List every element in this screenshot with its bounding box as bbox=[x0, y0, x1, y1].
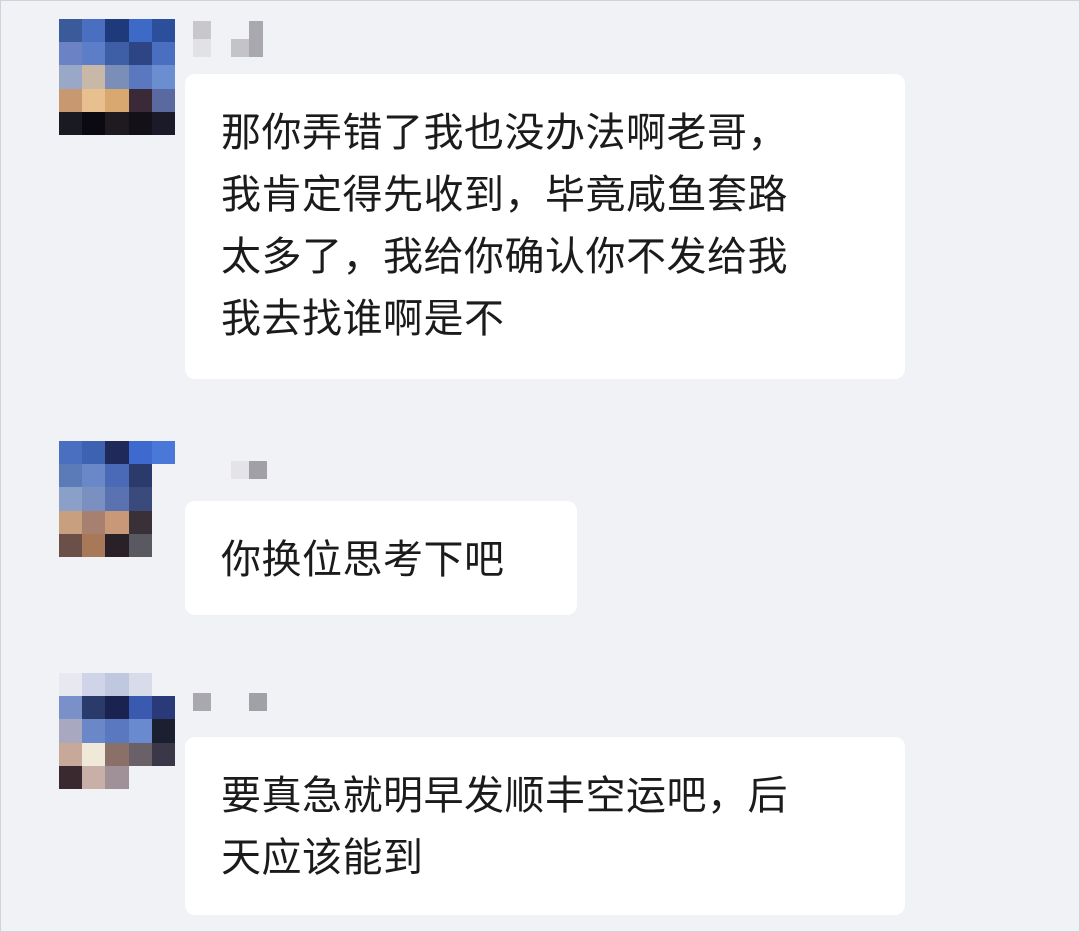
message-bubble[interactable]: 要真急就明早发顺丰空运吧，后 天应该能到 bbox=[185, 737, 905, 915]
avatar[interactable] bbox=[59, 673, 175, 789]
message-bubble[interactable]: 你换位思考下吧 bbox=[185, 501, 577, 615]
sender-name bbox=[193, 673, 273, 713]
chat-window: 那你弄错了我也没办法啊老哥， 我肯定得先收到，毕竟咸鱼套路 太多了，我给你确认你… bbox=[0, 0, 1080, 932]
message-bubble[interactable]: 那你弄错了我也没办法啊老哥， 我肯定得先收到，毕竟咸鱼套路 太多了，我给你确认你… bbox=[185, 74, 905, 379]
avatar[interactable] bbox=[59, 19, 175, 135]
avatar[interactable] bbox=[59, 441, 175, 557]
sender-name bbox=[193, 19, 273, 59]
sender-name bbox=[193, 441, 273, 481]
